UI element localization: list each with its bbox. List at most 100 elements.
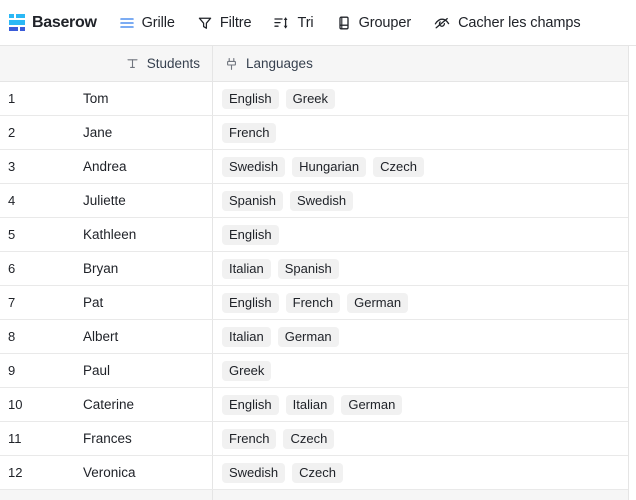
language-tag: English — [222, 292, 279, 313]
cell-languages[interactable]: Greek — [213, 354, 628, 387]
cell-students[interactable]: Paul — [67, 354, 213, 387]
language-tag: Hungarian — [292, 156, 367, 177]
language-tag: Spanish — [277, 258, 339, 279]
row-number-cell: 11 — [8, 431, 22, 446]
language-tag: Czech — [283, 428, 335, 449]
language-tag: Italian — [285, 394, 335, 415]
language-tag: Swedish — [289, 190, 354, 211]
row-number-cell: 12 — [8, 465, 23, 480]
table-row[interactable]: 12 Veronica Swedish Czech — [0, 456, 628, 490]
cell-students[interactable]: Veronica — [67, 456, 213, 489]
language-tag: German — [277, 326, 339, 347]
cell-students[interactable]: Pat — [67, 286, 213, 319]
row-number-cell: 8 — [8, 329, 16, 344]
row-number-cell: 6 — [8, 261, 16, 276]
data-grid: Students Languages 1 Tom English Greek 2… — [0, 46, 636, 500]
table-row[interactable]: 6 Bryan Italian Spanish — [0, 252, 628, 286]
column-header-students[interactable]: Students — [67, 46, 213, 81]
cell-students[interactable]: Caterine — [67, 388, 213, 421]
row-number-cell: 1 — [8, 91, 16, 106]
cell-languages[interactable]: French — [213, 116, 628, 149]
multiple-select-icon — [225, 57, 238, 71]
row-number-cell: 3 — [8, 159, 16, 174]
baserow-logo-icon — [9, 14, 25, 31]
cell-students[interactable]: Kathleen — [67, 218, 213, 251]
toolbar-item-grid-view-label: Grille — [141, 14, 175, 31]
cell-students[interactable]: Frances — [67, 422, 213, 455]
language-tag: German — [347, 292, 409, 313]
language-tag: French — [222, 122, 277, 143]
table-row[interactable]: 10 Caterine English Italian German — [0, 388, 628, 422]
table-row[interactable]: 3 Andrea Swedish Hungarian Czech — [0, 150, 628, 184]
row-number-cell: 5 — [8, 227, 16, 242]
cell-students[interactable]: Andrea — [67, 150, 213, 183]
text-field-icon — [126, 57, 139, 70]
toolbar-item-hide-fields[interactable]: Cacher les champs — [433, 14, 581, 31]
brand-label: Baserow — [32, 13, 97, 31]
table-row[interactable]: 11 Frances French Czech — [0, 422, 628, 456]
cell-languages[interactable]: Spanish Swedish — [213, 184, 628, 217]
table-row[interactable]: 1 Tom English Greek — [0, 82, 628, 116]
language-tag: English — [222, 88, 279, 109]
toolbar-item-group-label: Grouper — [358, 14, 412, 31]
cell-languages[interactable]: Swedish Hungarian Czech — [213, 150, 628, 183]
grid-header-row: Students Languages — [0, 46, 628, 82]
header-row-number-cell — [0, 46, 67, 81]
baserow-logo[interactable]: Baserow — [9, 14, 97, 32]
grid-add-row[interactable] — [0, 490, 628, 500]
row-number-cell: 4 — [8, 193, 16, 208]
table-row[interactable]: 2 Jane French — [0, 116, 628, 150]
cell-languages[interactable]: Italian Spanish — [213, 252, 628, 285]
cell-students[interactable]: Albert — [67, 320, 213, 353]
cell-students[interactable]: Juliette — [67, 184, 213, 217]
toolbar-item-group[interactable]: Grouper — [336, 14, 412, 31]
sort-icon — [273, 15, 290, 31]
column-header-languages-label: Languages — [246, 56, 313, 71]
row-number-cell: 7 — [8, 295, 16, 310]
row-number-cell: 10 — [8, 397, 23, 412]
cell-languages[interactable]: English Italian German — [213, 388, 628, 421]
row-number-cell: 2 — [8, 125, 16, 140]
language-tag: Italian — [222, 326, 271, 347]
cell-languages[interactable]: French Czech — [213, 422, 628, 455]
language-tag: Swedish — [222, 156, 286, 177]
table-row[interactable]: 8 Albert Italian German — [0, 320, 628, 354]
toolbar-item-sort[interactable]: Tri — [273, 14, 314, 31]
toolbar-item-filter-label: Filtre — [219, 14, 252, 31]
cell-languages[interactable]: Italian German — [213, 320, 628, 353]
table-row[interactable]: 7 Pat English French German — [0, 286, 628, 320]
language-tag: French — [222, 428, 277, 449]
language-tag: Czech — [373, 156, 424, 177]
language-tag: Spanish — [222, 190, 283, 211]
table-row[interactable]: 4 Juliette Spanish Swedish — [0, 184, 628, 218]
add-row-name-cell — [67, 490, 213, 500]
column-header-languages[interactable]: Languages — [213, 46, 628, 81]
table-row[interactable]: 5 Kathleen English — [0, 218, 628, 252]
column-header-students-label: Students — [146, 56, 200, 71]
cell-students[interactable]: Jane — [67, 116, 213, 149]
cell-languages[interactable]: Swedish Czech — [213, 456, 628, 489]
language-tag: French — [285, 292, 341, 313]
cell-students[interactable]: Tom — [67, 82, 213, 115]
language-tag: English — [222, 224, 279, 245]
language-tag: German — [341, 394, 403, 415]
cell-languages[interactable]: English French German — [213, 286, 628, 319]
toolbar-item-grid-view[interactable]: Grille — [119, 15, 175, 31]
language-tag: Czech — [292, 462, 343, 483]
add-row-tags-cell — [213, 490, 628, 500]
grid-body: 1 Tom English Greek 2 Jane French 3 Andrea Swedis… — [0, 82, 628, 490]
language-tag: Swedish — [222, 462, 286, 483]
cell-languages[interactable]: English Greek — [213, 82, 628, 115]
add-row-number-cell — [0, 490, 67, 500]
language-tag: English — [222, 394, 279, 415]
cell-students[interactable]: Bryan — [67, 252, 213, 285]
language-tag: Italian — [222, 258, 271, 279]
toolbar-item-hide-fields-label: Cacher les champs — [458, 14, 581, 31]
row-number-cell: 9 — [8, 363, 16, 378]
eye-slash-icon — [433, 15, 451, 31]
grid-view-icon — [119, 15, 135, 31]
table-row[interactable]: 9 Paul Greek — [0, 354, 628, 388]
toolbar-item-sort-label: Tri — [297, 14, 314, 31]
toolbar-item-filter[interactable]: Filtre — [197, 15, 252, 31]
cell-languages[interactable]: English — [213, 218, 628, 251]
